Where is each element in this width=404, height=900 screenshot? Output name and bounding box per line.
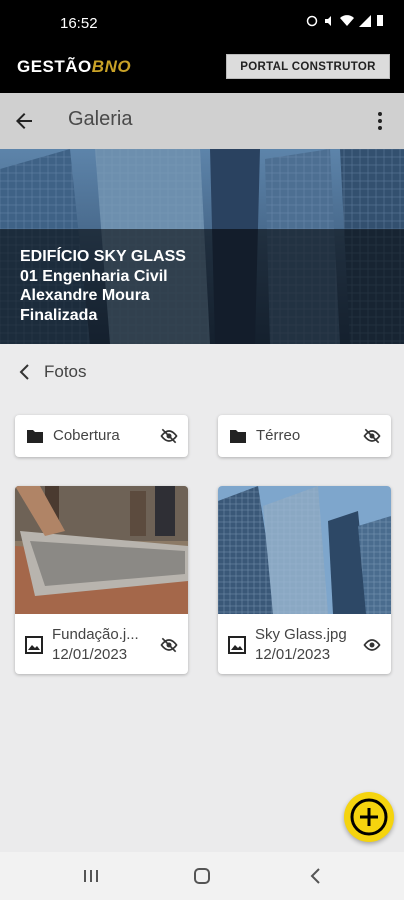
photo-card[interactable]: Sky Glass.jpg 12/01/2023 — [218, 486, 391, 674]
breadcrumb[interactable]: Fotos — [18, 360, 87, 384]
folder-icon — [27, 430, 43, 443]
chevron-left-icon[interactable] — [18, 360, 30, 384]
system-back-icon[interactable] — [305, 866, 327, 886]
photo-info: Fundação.j... 12/01/2023 — [52, 625, 139, 665]
eye-off-icon[interactable] — [159, 426, 179, 446]
folder-name: Cobertura — [53, 427, 120, 444]
mute-icon — [325, 15, 331, 26]
folder-card[interactable]: Cobertura — [15, 415, 188, 457]
project-hero: EDIFÍCIO SKY GLASS 01 Engenharia Civil A… — [0, 149, 404, 344]
wifi-icon — [340, 14, 354, 26]
folder-icon — [230, 430, 246, 443]
logo-main: GESTÃO — [17, 57, 92, 76]
page-title: Galeria — [68, 108, 133, 130]
project-name: EDIFÍCIO SKY GLASS — [20, 248, 186, 265]
building-photo — [218, 486, 391, 614]
photo-date: 12/01/2023 — [255, 646, 331, 663]
home-icon[interactable] — [191, 866, 213, 886]
folder-name: Térreo — [256, 427, 301, 444]
photo-name: Fundação.j... — [52, 626, 139, 643]
project-responsible: Alexandre Moura — [20, 287, 150, 304]
more-vert-icon[interactable] — [368, 109, 392, 133]
photo-info: Sky Glass.jpg 12/01/2023 — [255, 625, 347, 665]
recent-apps-icon[interactable] — [80, 866, 102, 886]
status-icons — [306, 14, 384, 27]
logo-accent: BNO — [91, 57, 132, 76]
section-label: Fotos — [44, 362, 87, 381]
photo-date: 12/01/2023 — [52, 646, 128, 663]
foundation-photo — [15, 486, 188, 614]
image-icon — [25, 636, 43, 654]
eye-icon[interactable] — [362, 635, 382, 655]
project-info: EDIFÍCIO SKY GLASS 01 Engenharia Civil A… — [20, 247, 186, 325]
add-circle-icon — [350, 798, 388, 836]
app-bar: Galeria — [0, 93, 404, 149]
status-bar: 16:52 — [0, 0, 404, 48]
status-time: 16:52 — [60, 15, 98, 32]
add-button[interactable] — [344, 792, 394, 842]
brand-bar: GESTÃOBNO PORTAL CONSTRUTOR — [0, 48, 404, 93]
portal-construtor-button[interactable]: PORTAL CONSTRUTOR — [226, 54, 390, 79]
project-discipline: 01 Engenharia Civil — [20, 267, 168, 285]
app-logo: GESTÃOBNO — [17, 57, 131, 77]
eye-off-icon[interactable] — [159, 635, 179, 655]
photo-thumbnail[interactable] — [15, 486, 188, 614]
signal-icon — [359, 14, 371, 27]
eye-off-icon[interactable] — [362, 426, 382, 446]
battery-icon — [377, 15, 383, 26]
alarm-icon — [306, 15, 318, 26]
photo-name: Sky Glass.jpg — [255, 626, 347, 643]
project-status: Finalizada — [20, 306, 98, 324]
image-icon — [228, 636, 246, 654]
folder-card[interactable]: Térreo — [218, 415, 391, 457]
system-nav-bar — [0, 852, 404, 900]
photo-thumbnail[interactable] — [218, 486, 391, 614]
back-arrow-icon[interactable] — [12, 109, 36, 133]
photo-card[interactable]: Fundação.j... 12/01/2023 — [15, 486, 188, 674]
